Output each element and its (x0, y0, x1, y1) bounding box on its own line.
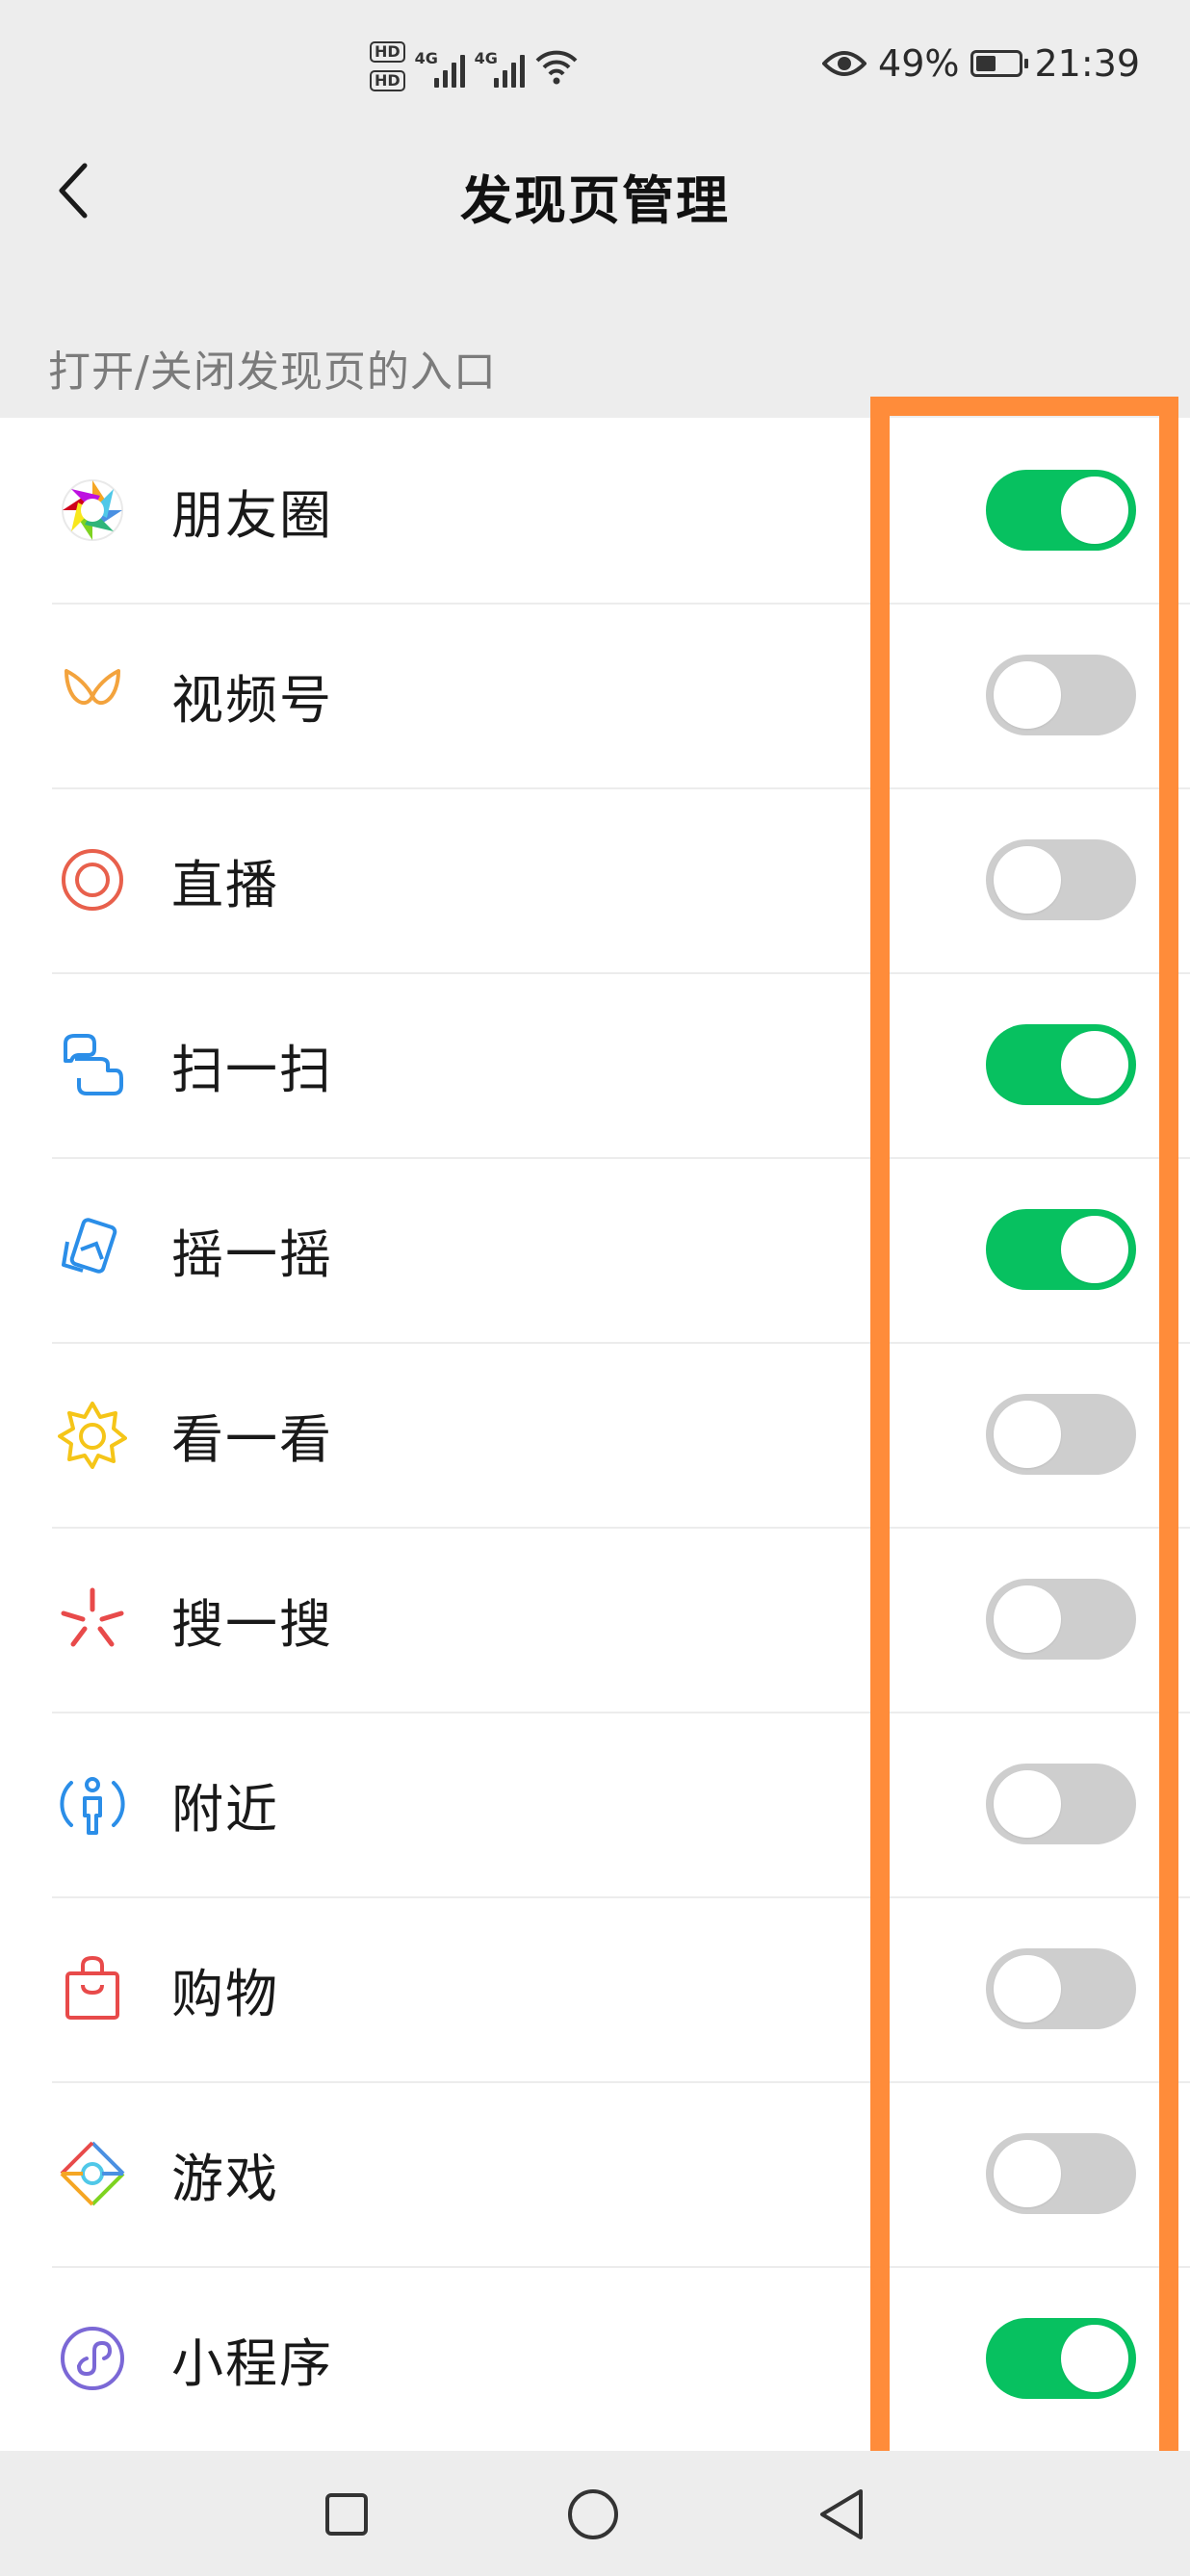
list-item-label: 视频号 (171, 669, 333, 731)
status-bar: HD HD 4G 4G 49% 21:39 (0, 0, 1190, 135)
recents-button[interactable] (318, 2486, 375, 2543)
top-stories-icon (58, 1400, 127, 1469)
wifi-icon (535, 50, 578, 85)
list-item-label: 摇一摇 (171, 1224, 333, 1285)
list-item-mini-programs: 小程序 (0, 2266, 1190, 2451)
square-icon (325, 2493, 368, 2536)
battery-icon (970, 50, 1029, 77)
nearby-icon (58, 1769, 127, 1839)
toggle-scan[interactable] (986, 1024, 1136, 1105)
signal-icon: 4G (415, 45, 465, 88)
list-item-games: 游戏 (0, 2081, 1190, 2266)
system-status: 49% 21:39 (822, 42, 1140, 85)
toggle-games[interactable] (986, 2133, 1136, 2214)
list-item-label: 购物 (171, 1963, 279, 2024)
toggle-mini-programs[interactable] (986, 2318, 1136, 2399)
page-title: 发现页管理 (460, 170, 730, 231)
home-button[interactable] (564, 2486, 622, 2543)
list-item-live: 直播 (0, 787, 1190, 972)
list-item-label: 朋友圈 (171, 484, 333, 546)
channels-icon (58, 660, 127, 730)
list-item-label: 附近 (171, 1778, 279, 1840)
toggle-shake[interactable] (986, 1209, 1136, 1290)
system-nav-bar (0, 2451, 1190, 2576)
moments-icon (58, 476, 127, 545)
battery-percentage: 49% (878, 42, 960, 85)
search-icon (58, 1584, 127, 1654)
toggle-nearby[interactable] (986, 1764, 1136, 1844)
list-item-label: 游戏 (171, 2148, 279, 2209)
list-item-shake: 摇一摇 (0, 1157, 1190, 1342)
toggle-search[interactable] (986, 1579, 1136, 1660)
toggle-channels[interactable] (986, 655, 1136, 735)
back-nav-button[interactable] (813, 2486, 870, 2543)
hd-badge-2: HD (370, 70, 405, 91)
list-item-search: 搜一搜 (0, 1527, 1190, 1712)
games-icon (58, 2139, 127, 2208)
list-item-label: 搜一搜 (171, 1593, 333, 1655)
eye-comfort-icon (822, 51, 867, 76)
list-item-channels: 视频号 (0, 603, 1190, 787)
list-item-nearby: 附近 (0, 1712, 1190, 1896)
toggle-live[interactable] (986, 839, 1136, 920)
hd-badge-1: HD (370, 41, 405, 63)
list-item-label: 扫一扫 (171, 1039, 333, 1100)
list-item-label: 看一看 (171, 1408, 333, 1470)
shake-icon (58, 1215, 127, 1284)
list-item-label: 小程序 (171, 2332, 333, 2394)
clock: 21:39 (1034, 42, 1140, 85)
list-item-moments: 朋友圈 (0, 418, 1190, 603)
scan-icon (58, 1030, 127, 1099)
nav-bar: 发现页管理 (0, 135, 1190, 250)
section-label: 打开/关闭发现页的入口 (48, 348, 497, 397)
mini-programs-icon (58, 2324, 127, 2393)
list-item-top-stories: 看一看 (0, 1342, 1190, 1527)
list-item-scan: 扫一扫 (0, 972, 1190, 1157)
discover-entries-list: 朋友圈 视频号 直播 扫一扫 摇一摇 看一看 搜一搜 附近 购物 游戏 小程序 (0, 418, 1190, 2451)
toggle-top-stories[interactable] (986, 1394, 1136, 1475)
toggle-moments[interactable] (986, 470, 1136, 551)
network-type-2: 4G (474, 49, 498, 67)
triangle-back-icon (820, 2489, 863, 2539)
network-indicators: HD HD 4G 4G (370, 33, 579, 100)
circle-icon (568, 2489, 618, 2539)
shopping-bag-icon (58, 1954, 127, 2023)
list-item-shopping: 购物 (0, 1896, 1190, 2081)
live-icon (58, 845, 127, 914)
toggle-shopping[interactable] (986, 1948, 1136, 2029)
list-item-label: 直播 (171, 854, 279, 915)
signal-icon-2: 4G (475, 45, 525, 88)
network-type-1: 4G (414, 49, 438, 67)
